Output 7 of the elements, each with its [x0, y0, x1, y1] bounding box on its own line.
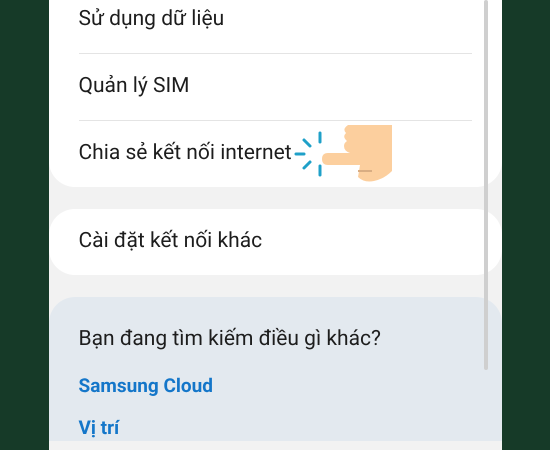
settings-item[interactable]: Sử dụng dữ liệu — [78, 4, 224, 36]
settings-item[interactable]: Quản lý SIM — [78, 71, 190, 103]
suggestion-link[interactable]: Vị trí — [78, 415, 120, 441]
settings-item[interactable]: Chia sẻ kết nối internet — [78, 138, 292, 170]
suggestions-title: Bạn đang tìm kiếm điều gì khác? — [78, 326, 382, 353]
settings-item[interactable]: Cài đặt kết nối khác — [78, 226, 262, 258]
suggestion-link[interactable]: Samsung Cloud — [78, 373, 213, 399]
